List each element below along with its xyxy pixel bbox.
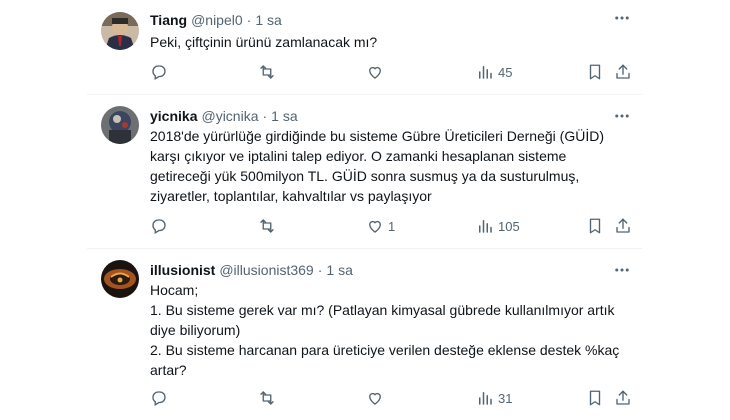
tweet-text-line: ziyaretler, toplantılar, kahvaltılar vs … <box>150 188 432 204</box>
share-button[interactable] <box>614 388 632 408</box>
retweet-icon <box>258 389 276 407</box>
tweet-text-line: 2018'de yürürlüğe girdiğinde bu sisteme … <box>150 128 604 144</box>
tweet-text-line: diye biliyorum) <box>150 322 241 338</box>
tweet-divider <box>87 94 642 95</box>
views-icon <box>476 389 494 407</box>
views-icon <box>476 217 494 235</box>
bookmark-icon <box>586 389 604 407</box>
like-button[interactable] <box>366 388 388 408</box>
tweet-divider <box>87 248 642 249</box>
heart-icon <box>366 389 384 407</box>
separator-dot: · <box>262 108 268 124</box>
tweet-header: Tiang @nipel0 · 1 sa <box>150 12 282 28</box>
reply-button[interactable] <box>150 216 172 236</box>
reply-button[interactable] <box>150 388 172 408</box>
share-icon <box>614 217 632 235</box>
avatar[interactable] <box>101 260 139 298</box>
like-button[interactable]: 1 <box>366 216 395 236</box>
share-button[interactable] <box>614 216 632 236</box>
views-button[interactable]: 105 <box>476 216 520 236</box>
views-button[interactable]: 31 <box>476 388 512 408</box>
more-horizontal-icon[interactable] <box>612 8 632 28</box>
tweet-text-line: karşı çıkıyor ve iptalini talep ediyor. … <box>150 148 567 164</box>
action-bar: 31 <box>150 388 640 408</box>
tweet-header: illusionist @illusionist369 · 1 sa <box>150 262 353 278</box>
heart-icon <box>366 63 384 81</box>
display-name[interactable]: yicnika <box>150 108 197 124</box>
reply-icon <box>150 217 168 235</box>
retweet-icon <box>258 63 276 81</box>
display-name[interactable]: illusionist <box>150 262 215 278</box>
bookmark-icon <box>586 63 604 81</box>
share-button[interactable] <box>614 62 632 82</box>
share-icon <box>614 63 632 81</box>
tweet-text: Peki, çiftçinin ürünü zamlanacak mı? <box>150 32 640 52</box>
username[interactable]: @nipel0 <box>191 12 243 28</box>
separator-dot: · <box>317 262 323 278</box>
tweet-text-line: Hocam; <box>150 282 199 298</box>
tweet-header: yicnika @yicnika · 1 sa <box>150 108 298 124</box>
view-count: 45 <box>498 64 513 80</box>
view-count: 105 <box>498 218 520 234</box>
like-count: 1 <box>388 218 396 234</box>
timestamp[interactable]: 1 sa <box>255 12 281 28</box>
action-bar: 45 <box>150 62 640 82</box>
username[interactable]: @illusionist369 <box>219 262 313 278</box>
views-button[interactable]: 45 <box>476 62 512 82</box>
reply-button[interactable] <box>150 62 172 82</box>
bookmark-icon <box>586 217 604 235</box>
retweet-button[interactable] <box>258 62 280 82</box>
username[interactable]: @yicnika <box>201 108 258 124</box>
bookmark-button[interactable] <box>586 216 604 236</box>
tweet-text-line: 1. Bu sisteme gerek var mı? (Patlayan ki… <box>150 302 615 318</box>
timestamp[interactable]: 1 sa <box>326 262 352 278</box>
more-horizontal-icon[interactable] <box>612 106 632 126</box>
timestamp[interactable]: 1 sa <box>271 108 297 124</box>
bookmark-button[interactable] <box>586 388 604 408</box>
avatar[interactable] <box>101 12 139 50</box>
tweet-text: Hocam; 1. Bu sisteme gerek var mı? (Patl… <box>150 280 640 380</box>
retweet-button[interactable] <box>258 216 280 236</box>
avatar[interactable] <box>101 106 139 144</box>
reply-feed: Tiang @nipel0 · 1 sa Peki, çiftçinin ürü… <box>0 0 730 420</box>
views-icon <box>476 63 494 81</box>
tweet-text-line: getireceği yük 500milyon TL. GÜİD sonra … <box>150 168 580 184</box>
retweet-button[interactable] <box>258 388 280 408</box>
tweet-text-line: artar? <box>150 362 187 378</box>
action-bar: 1 105 <box>150 216 640 236</box>
tweet-text-line: 2. Bu sisteme harcanan para üreticiye ve… <box>150 342 620 358</box>
like-button[interactable] <box>366 62 388 82</box>
reply-icon <box>150 389 168 407</box>
tweet-text: 2018'de yürürlüğe girdiğinde bu sisteme … <box>150 126 640 206</box>
more-horizontal-icon[interactable] <box>612 260 632 280</box>
retweet-icon <box>258 217 276 235</box>
reply-icon <box>150 63 168 81</box>
heart-icon <box>366 217 384 235</box>
share-icon <box>614 389 632 407</box>
bookmark-button[interactable] <box>586 62 604 82</box>
view-count: 31 <box>498 390 513 406</box>
separator-dot: · <box>246 12 252 28</box>
display-name[interactable]: Tiang <box>150 12 187 28</box>
tweet-text-line: Peki, çiftçinin ürünü zamlanacak mı? <box>150 34 378 50</box>
